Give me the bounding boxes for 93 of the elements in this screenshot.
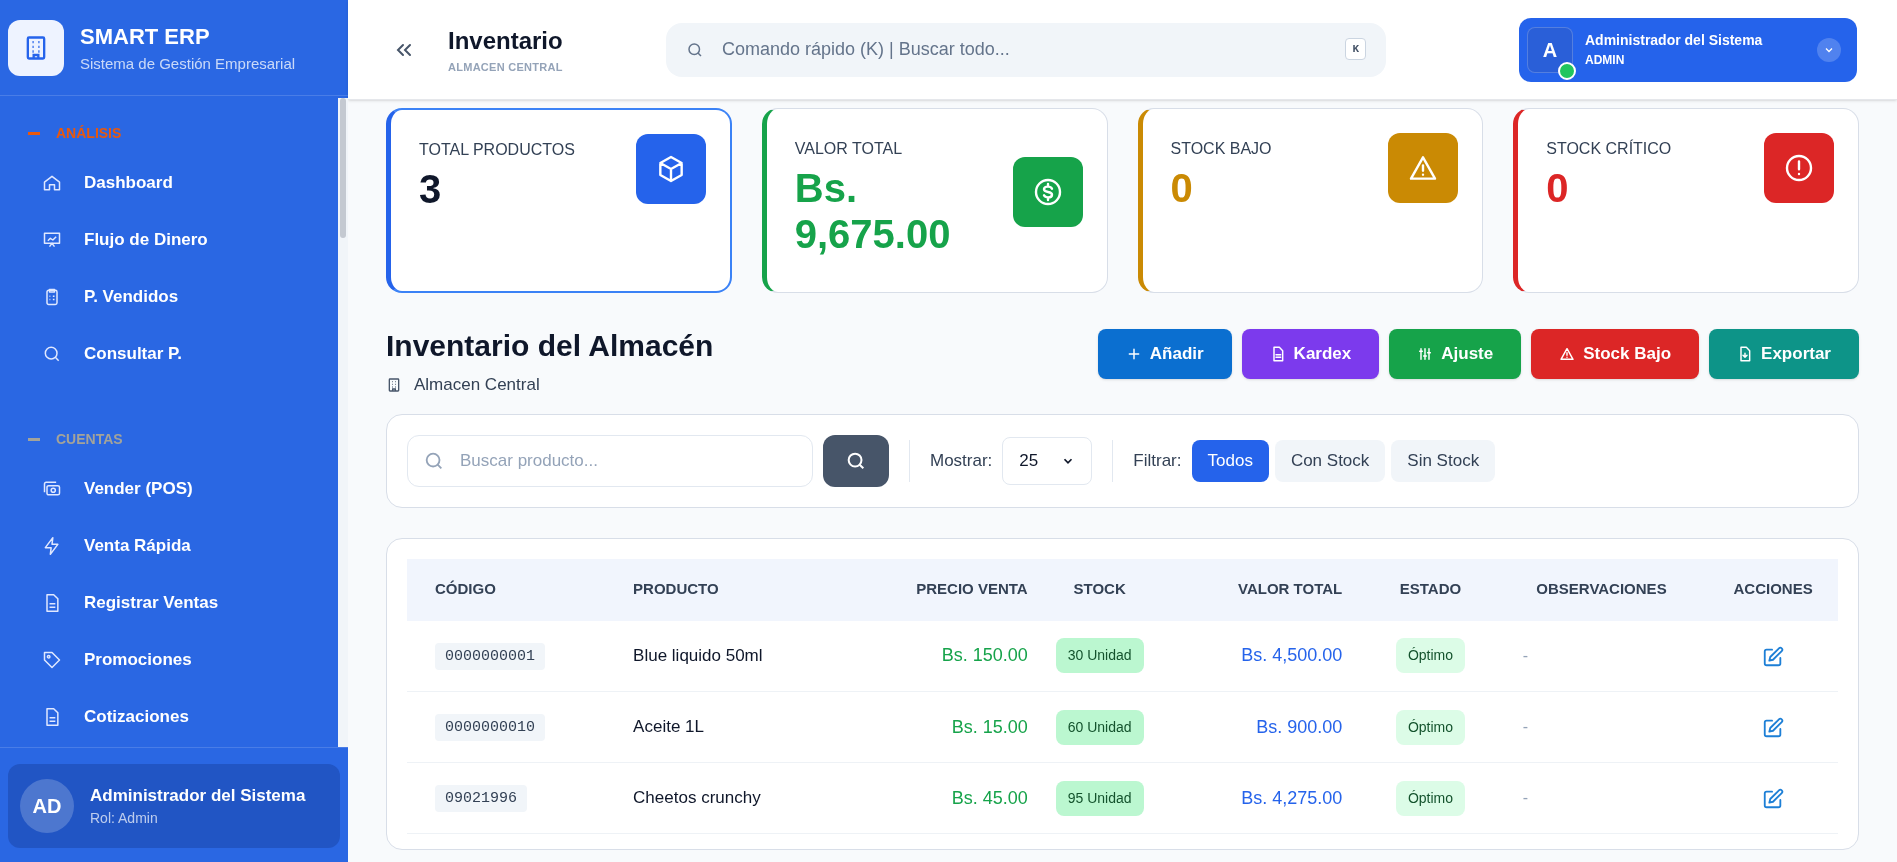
product-code: 0000000010: [435, 714, 545, 742]
brand-title: SMART ERP: [80, 22, 211, 51]
product-name: Cheetos crunchy: [633, 788, 761, 808]
observations-text: -: [1522, 718, 1529, 735]
stat-label: STOCK CRÍTICO: [1546, 138, 1672, 159]
box-icon: [635, 134, 706, 204]
stat-label: VALOR TOTAL: [794, 139, 904, 159]
column-header: ESTADO: [1342, 558, 1495, 621]
section-dash: [28, 131, 40, 135]
edit-icon[interactable]: [1762, 787, 1785, 810]
column-header: ACCIONES: [1708, 558, 1838, 621]
product-name: Blue liquido 50ml: [633, 646, 763, 665]
lightning-icon: [42, 535, 62, 556]
nav-item[interactable]: Registrar Ventas: [28, 574, 332, 631]
page-subtitle: ALMACEN CENTRAL: [448, 60, 564, 76]
nav-item[interactable]: Flujo de Dinero: [28, 211, 332, 268]
status-badge: Óptimo: [1395, 780, 1466, 816]
user-card[interactable]: AD Administrador del Sistema Rol: Admin: [8, 764, 340, 848]
chevron-down-icon: [1817, 37, 1841, 62]
stock-badge: 30 Unidad: [1055, 638, 1144, 674]
dollar-icon: [1012, 157, 1083, 227]
user-role: ADMIN: [1585, 52, 1626, 69]
sale-price: Bs. 150.00: [941, 645, 1028, 666]
nav-item[interactable]: Promociones: [28, 631, 332, 688]
user-avatar: AD: [20, 779, 74, 833]
brand-subtitle: Sistema de Gestión Empresarial: [80, 53, 296, 74]
sliders-icon: [1417, 346, 1434, 362]
product-code: 09021996: [435, 785, 527, 813]
search-button[interactable]: [823, 434, 889, 487]
section-heading: CUENTAS: [56, 429, 123, 449]
total-value: Bs. 4,275.00: [1241, 787, 1343, 808]
nav-item[interactable]: Cotizaciones: [28, 688, 332, 745]
warehouse-name: Almacen Central: [414, 374, 540, 396]
page-title: Inventario: [448, 26, 564, 57]
stat-label: STOCK BAJO: [1170, 139, 1272, 159]
filter-label: Filtrar:: [1133, 449, 1182, 472]
edit-icon[interactable]: [1762, 645, 1785, 668]
nav-item[interactable]: Dashboard: [28, 154, 332, 211]
status-badge: Óptimo: [1395, 709, 1466, 745]
stock-badge: 95 Unidad: [1055, 780, 1144, 816]
nav-item[interactable]: Vender (POS): [28, 460, 332, 517]
product-search-field[interactable]: Buscar producto...: [407, 434, 813, 487]
stock-badge: 60 Unidad: [1055, 709, 1144, 745]
action-button[interactable]: Añadir: [1097, 329, 1232, 379]
filter-tab[interactable]: Todos: [1191, 439, 1269, 482]
warning-icon: [1388, 133, 1459, 203]
column-header: OBSERVACIONES: [1494, 558, 1709, 621]
action-button[interactable]: Kardex: [1241, 329, 1380, 379]
nav-item[interactable]: P. Vendidos: [28, 268, 332, 325]
search-icon: [686, 40, 704, 59]
column-header: STOCK: [1027, 558, 1172, 621]
product-name: Aceite 1L: [633, 717, 704, 737]
user-name: Administrador del Sistema: [90, 784, 306, 807]
alert-icon: [1764, 133, 1834, 203]
sale-price: Bs. 45.00: [951, 787, 1028, 808]
total-value: Bs. 4,500.00: [1241, 645, 1343, 666]
status-badge: Óptimo: [1395, 638, 1466, 674]
column-header: VALOR TOTAL: [1171, 558, 1343, 621]
section-dash: [28, 437, 40, 441]
stat-label: TOTAL PRODUCTOS: [419, 140, 575, 160]
column-header: PRECIO VENTA: [845, 558, 1028, 621]
section-title: Inventario del Almacén: [386, 328, 714, 364]
filter-tab[interactable]: Con Stock: [1274, 439, 1386, 482]
column-header: PRODUCTO: [633, 558, 846, 621]
page-size-select[interactable]: 25: [1002, 436, 1093, 485]
stat-value: Bs. 9,675.00: [794, 165, 952, 257]
show-label: Mostrar:: [930, 449, 993, 472]
stat-value: 0: [1170, 165, 1194, 211]
scrollbar-thumb[interactable]: [340, 98, 346, 238]
column-header: CÓDIGO: [407, 558, 634, 621]
action-button[interactable]: Ajuste: [1389, 329, 1522, 379]
observations-text: -: [1522, 646, 1529, 664]
user-name: Administrador del Sistema: [1585, 31, 1764, 50]
filter-tab[interactable]: Sin Stock: [1391, 439, 1496, 482]
total-value: Bs. 900.00: [1256, 716, 1343, 737]
action-button[interactable]: Stock Bajo: [1531, 329, 1700, 379]
tag-icon: [42, 649, 62, 670]
stat-value: 0: [1546, 165, 1570, 211]
sale-price: Bs. 15.00: [951, 716, 1028, 737]
user-menu-button[interactable]: A Administrador del Sistema ADMIN: [1519, 17, 1857, 82]
observations-text: -: [1522, 789, 1529, 806]
nav-item[interactable]: Consultar P.: [28, 325, 332, 382]
warning-icon: [1559, 346, 1576, 362]
product-code: 0000000001: [435, 643, 545, 670]
nav-item[interactable]: Venta Rápida: [28, 517, 332, 574]
building-icon: [386, 376, 402, 393]
user-role: Rol: Admin: [90, 809, 159, 829]
section-heading: ANÁLISIS: [56, 123, 122, 143]
avatar-initial: A: [1542, 37, 1558, 63]
building-icon: [8, 19, 64, 76]
action-button[interactable]: Exportar: [1709, 329, 1859, 379]
stat-value: 3: [419, 166, 443, 212]
edit-icon[interactable]: [1762, 716, 1785, 739]
